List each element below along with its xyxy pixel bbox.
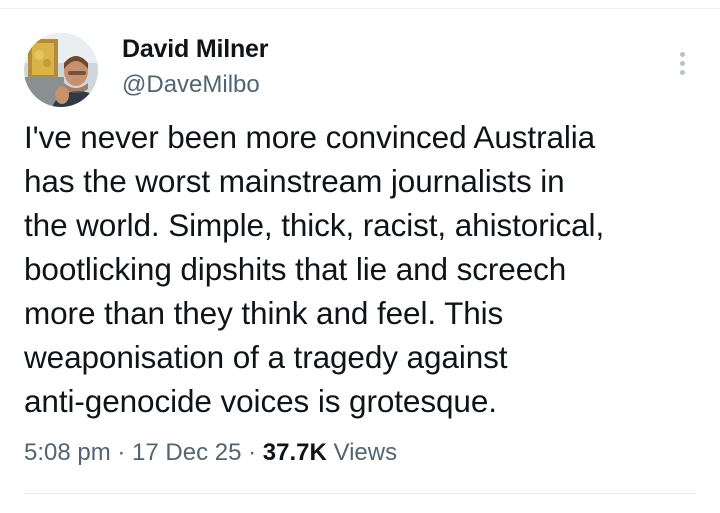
tweet-line: anti-genocide voices is grotesque. xyxy=(24,383,497,419)
author-name[interactable]: David Milner xyxy=(122,33,268,65)
meta-separator: · xyxy=(110,439,133,466)
more-options-button[interactable] xyxy=(668,46,696,80)
tweet-line: has the worst mainstream journalists in xyxy=(24,163,565,199)
tweet-line: bootlicking dipshits that lie and screec… xyxy=(24,251,567,287)
tweet-line: the world. Simple, thick, racist, ahisto… xyxy=(24,207,605,243)
tweet-line: more than they think and feel. This xyxy=(24,295,504,331)
meta-separator: · xyxy=(241,439,263,466)
tweet-date[interactable]: 17 Dec 25 xyxy=(132,439,241,466)
tweet-line: I've never been more convinced Australia xyxy=(24,119,596,155)
avatar-photo-icon xyxy=(24,33,98,107)
views-label[interactable]: Views xyxy=(334,439,398,466)
tweet-line: weaponisation of a tragedy against xyxy=(24,339,508,375)
tweet-text: I've never been more convinced Australia… xyxy=(24,115,704,423)
bottom-divider xyxy=(24,493,696,494)
more-vertical-icon xyxy=(679,51,685,57)
tweet-time[interactable]: 5:08 pm xyxy=(24,439,111,466)
top-divider xyxy=(0,8,720,9)
views-count[interactable]: 37.7K xyxy=(263,439,327,466)
tweet-meta: 5:08 pm · 17 Dec 25 · 37.7K Views xyxy=(24,436,397,470)
avatar[interactable] xyxy=(24,33,98,107)
author-handle[interactable]: @DaveMilbo xyxy=(122,69,260,101)
